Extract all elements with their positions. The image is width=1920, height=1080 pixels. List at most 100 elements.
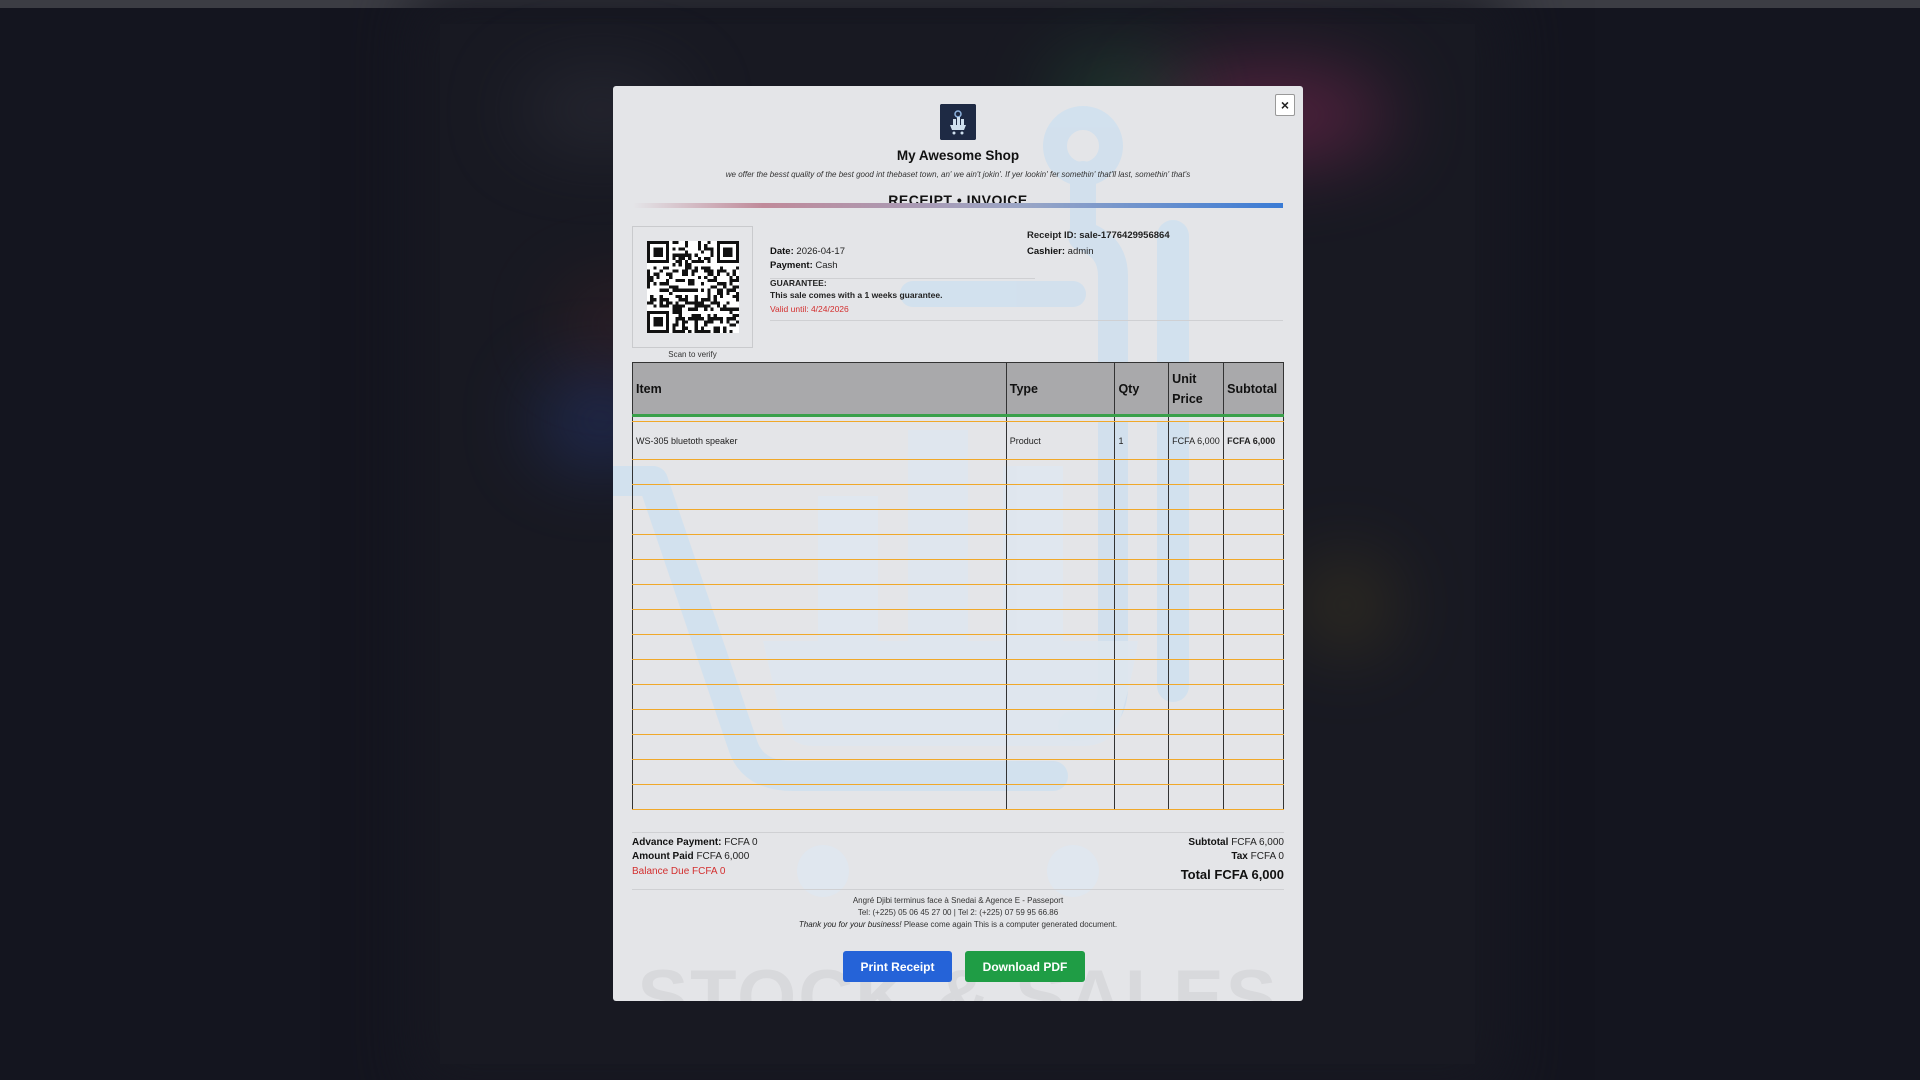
advance-value: FCFA 0 (724, 837, 758, 848)
table-header-row: Item Type Qty Unit Price Subtotal (632, 362, 1284, 416)
table-row-empty (632, 509, 1284, 535)
date-label: Date: (770, 246, 794, 257)
empty-cell (632, 634, 1007, 660)
empty-cell (1005, 759, 1116, 785)
empty-cell (1114, 459, 1170, 485)
column-header-subtotal: Subtotal (1223, 362, 1284, 416)
empty-cell (1114, 734, 1170, 760)
empty-cell (1114, 509, 1170, 535)
empty-cell (1168, 634, 1225, 660)
empty-cell (1005, 784, 1116, 810)
empty-cell (632, 684, 1007, 710)
cell-qty: 1 (1114, 421, 1170, 460)
divider (632, 832, 1284, 833)
empty-cell (1223, 559, 1284, 585)
guarantee-label: GUARANTEE: (770, 278, 827, 288)
date-value: 2026-04-17 (796, 246, 846, 257)
empty-cell (1168, 559, 1225, 585)
empty-cell (1168, 509, 1225, 535)
download-pdf-button[interactable]: Download PDF (965, 951, 1085, 982)
advance-payment: Advance Payment: FCFA 0 (632, 837, 758, 848)
table-row-empty (632, 684, 1284, 710)
empty-cell (1114, 659, 1170, 685)
receipt-id-label: Receipt ID: (1027, 230, 1077, 241)
empty-cell (632, 709, 1007, 735)
thanks-text: Thank you for your business! (798, 920, 902, 929)
cart-logo-icon (940, 104, 976, 140)
empty-cell (1223, 659, 1284, 685)
empty-cell (1005, 559, 1116, 585)
guarantee-valid-until: Valid until: 4/24/2026 (770, 304, 849, 314)
empty-cell (1114, 484, 1170, 510)
table-row: WS-305 bluetoth speaker Product 1 FCFA 6… (632, 421, 1284, 460)
empty-cell (1114, 584, 1170, 610)
table-row-empty (632, 534, 1284, 560)
empty-cell (1223, 684, 1284, 710)
empty-cell (632, 784, 1007, 810)
empty-cell (1223, 484, 1284, 510)
empty-cell (1114, 534, 1170, 560)
receipt-cashier: Cashier: admin (1027, 246, 1094, 257)
qr-code (647, 241, 739, 333)
payment-label: Payment: (770, 260, 813, 271)
empty-cell (1168, 684, 1225, 710)
scan-label: Scan to verify (668, 350, 717, 359)
cell-subtotal: FCFA 6,000 (1223, 421, 1284, 460)
divider (770, 320, 1283, 321)
title-divider (633, 203, 1283, 208)
payment-value: Cash (815, 260, 838, 271)
empty-cell (1005, 684, 1116, 710)
subtotal-value: FCFA 6,000 (1231, 837, 1284, 848)
empty-cell (1168, 709, 1225, 735)
empty-cell (632, 509, 1007, 535)
empty-cell (632, 559, 1007, 585)
watermark-text: STOCK & SALES (637, 955, 1279, 1001)
cashier-value: admin (1067, 246, 1094, 257)
empty-cell (1114, 759, 1170, 785)
empty-cell (1168, 784, 1225, 810)
empty-cell (632, 484, 1007, 510)
amount-paid: Amount Paid FCFA 6,000 (632, 851, 749, 862)
advance-label: Advance Payment: (632, 837, 722, 848)
balance-due: Balance Due FCFA 0 (632, 866, 726, 877)
paid-value: FCFA 6,000 (696, 851, 750, 862)
receipt-modal: STOCK & SALES × My Awesome Shop we offer… (613, 86, 1303, 1001)
empty-cell (1005, 609, 1116, 635)
empty-cell (1005, 484, 1116, 510)
subtotal-label: Subtotal (1188, 837, 1229, 848)
empty-cell (1168, 534, 1225, 560)
empty-cell (1005, 734, 1116, 760)
empty-cell (632, 659, 1007, 685)
footer-address: Angré Djibi terminus face à Snedai & Age… (852, 896, 1064, 905)
qr-code-box (632, 226, 753, 348)
empty-cell (1223, 584, 1284, 610)
footer-phones: Tel: (+225) 05 06 45 27 00 | Tel 2: (+22… (857, 908, 1059, 917)
empty-cell (1223, 509, 1284, 535)
print-receipt-button[interactable]: Print Receipt (843, 951, 952, 982)
empty-cell (632, 759, 1007, 785)
tax-label: Tax (1231, 851, 1248, 862)
shop-tagline: we offer the besst quality of the best g… (725, 170, 1191, 179)
empty-cell (1114, 609, 1170, 635)
empty-cell (1168, 609, 1225, 635)
column-header-type: Type (1005, 362, 1116, 416)
empty-cell (1223, 634, 1284, 660)
table-row-empty (632, 709, 1284, 735)
receipt-id-value: sale-1776429956864 (1079, 230, 1170, 241)
empty-cell (1005, 709, 1116, 735)
close-button[interactable]: × (1275, 94, 1295, 116)
empty-cell (1114, 784, 1170, 810)
receipt-date: Date: 2026-04-17 (770, 246, 845, 257)
empty-cell (1005, 509, 1116, 535)
empty-cell (1168, 759, 1225, 785)
footer-note: Please come again This is a computer gen… (903, 920, 1118, 929)
empty-cell (1114, 684, 1170, 710)
receipt-id: Receipt ID: sale-1776429956864 (1027, 230, 1170, 241)
empty-cell (1168, 484, 1225, 510)
subtotal: Subtotal FCFA 6,000 (1188, 837, 1284, 848)
footer-thanks: Thank you for your business! Please come… (613, 920, 1303, 929)
tax-value: FCFA 0 (1250, 851, 1284, 862)
empty-cell (1223, 609, 1284, 635)
empty-cell (1168, 659, 1225, 685)
empty-cell (1223, 534, 1284, 560)
